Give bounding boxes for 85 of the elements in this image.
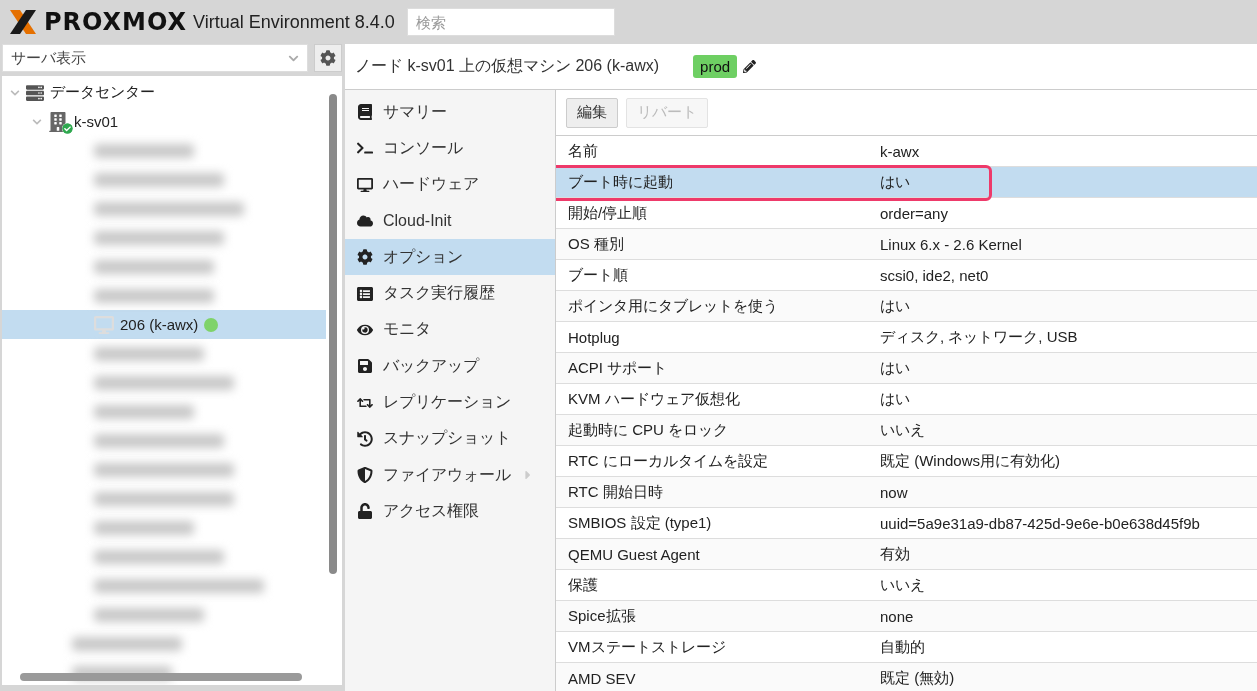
- table-row[interactable]: ACPI サポート はい: [556, 353, 1257, 384]
- option-name: 保護: [567, 575, 599, 595]
- book-icon: [357, 104, 373, 121]
- monitor-icon: [357, 176, 373, 193]
- table-row[interactable]: RTC 開始日時 now: [556, 477, 1257, 508]
- nav-item[interactable]: サマリー: [345, 94, 555, 131]
- option-value: now: [880, 483, 908, 501]
- option-value: k-awx: [880, 142, 920, 160]
- option-value: いいえ: [880, 575, 925, 595]
- option-name: 開始/停止順: [567, 203, 649, 223]
- cloud-icon: [357, 213, 373, 230]
- nav-item[interactable]: コンソール: [345, 130, 555, 167]
- search-field[interactable]: 検索: [406, 8, 615, 36]
- option-value: はい: [880, 296, 910, 316]
- option-name: VMステートストレージ: [567, 637, 727, 657]
- option-value: none: [880, 607, 914, 625]
- nav-item[interactable]: レプリケーション: [345, 384, 555, 421]
- table-row[interactable]: 起動時に CPU をロック いいえ: [556, 415, 1257, 446]
- list-icon: [357, 285, 373, 302]
- page-title: ノード k-sv01 上の仮想マシン 206 (k-awx): [355, 56, 660, 76]
- option-name: RTC にローカルタイムを設定: [567, 451, 769, 471]
- option-value: scsi0, ide2, net0: [880, 266, 989, 284]
- tree-label[interactable]: k-sv01: [74, 113, 119, 130]
- table-row[interactable]: ブート時に起動 はい: [556, 167, 1257, 198]
- option-name: OS 種別: [567, 234, 625, 254]
- option-value: 自動的: [880, 637, 925, 657]
- table-row[interactable]: AMD SEV 既定 (無効): [556, 663, 1257, 691]
- option-name: QEMU Guest Agent: [567, 545, 701, 563]
- option-name: RTC 開始日時: [567, 482, 664, 502]
- option-value: Linux 6.x - 2.6 Kernel: [880, 235, 1022, 253]
- option-name: Spice拡張: [567, 606, 637, 626]
- nav-item[interactable]: スナップショット: [345, 420, 555, 457]
- unlock-icon: [357, 503, 373, 520]
- monitor-icon: [94, 314, 114, 335]
- view-dropdown[interactable]: サーバ表示: [2, 44, 308, 72]
- shield-icon: [357, 467, 373, 484]
- option-value: 既定 (Windows用に有効化): [880, 451, 1060, 471]
- option-name: ポインタ用にタブレットを使う: [567, 296, 779, 316]
- history-icon: [357, 430, 373, 447]
- gear-icon: [320, 50, 336, 66]
- edit-button[interactable]: 編集: [566, 97, 618, 128]
- option-value: はい: [880, 172, 910, 192]
- nav-item[interactable]: モニタ: [345, 311, 555, 349]
- option-value: 既定 (無効): [880, 668, 955, 688]
- nav-item[interactable]: バックアップ: [345, 348, 555, 385]
- option-value: はい: [880, 389, 910, 409]
- option-name: KVM ハードウェア仮想化: [567, 389, 741, 409]
- settings-button[interactable]: [314, 44, 342, 72]
- table-row[interactable]: QEMU Guest Agent 有効: [556, 539, 1257, 570]
- tag-label: prod: [693, 55, 738, 78]
- tree-item[interactable]: 206 (k-awx): [2, 310, 326, 339]
- option-value: 有効: [880, 544, 910, 564]
- logo-icon: [8, 8, 38, 36]
- option-value: order=any: [880, 204, 948, 222]
- nav-item[interactable]: ハードウェア: [345, 166, 555, 203]
- nav-item[interactable]: ファイアウォール: [345, 456, 555, 494]
- option-name: ACPI サポート: [567, 358, 669, 378]
- terminal-icon: [357, 140, 373, 157]
- nav-item[interactable]: オプション: [345, 239, 555, 276]
- table-row[interactable]: OS 種別 Linux 6.x - 2.6 Kernel: [556, 229, 1257, 260]
- option-name: Hotplug: [567, 328, 621, 346]
- check-icon: [62, 122, 73, 134]
- nav-item[interactable]: アクセス権限: [345, 493, 555, 530]
- option-name: ブート順: [567, 265, 629, 285]
- gear-icon: [357, 249, 373, 266]
- option-name: 起動時に CPU をロック: [567, 420, 729, 440]
- option-name: ブート時に起動: [567, 172, 674, 192]
- nav-item[interactable]: タスク実行履歴: [345, 275, 555, 312]
- horizontal-scrollbar[interactable]: [20, 673, 302, 681]
- tree-label[interactable]: データセンター: [50, 83, 155, 102]
- option-name: 名前: [567, 141, 599, 161]
- server-icon: [26, 83, 44, 102]
- table-row[interactable]: ポインタ用にタブレットを使う はい: [556, 291, 1257, 322]
- nav-item[interactable]: Cloud-Init: [345, 202, 555, 240]
- option-value: はい: [880, 358, 910, 378]
- option-name: SMBIOS 設定 (type1): [567, 513, 713, 533]
- product-name: Virtual Environment 8.4.0: [193, 11, 395, 33]
- option-value: いいえ: [880, 420, 925, 440]
- building-icon: [48, 111, 68, 132]
- table-row[interactable]: Spice拡張 none: [556, 601, 1257, 632]
- logo-text: PROXMOX: [44, 8, 188, 36]
- pencil-icon[interactable]: [743, 60, 757, 73]
- option-name: AMD SEV: [567, 669, 637, 687]
- option-value: ディスク, ネットワーク, USB: [880, 327, 1078, 347]
- option-value: uuid=5a9e31a9-db87-425d-9e6e-b0e638d45f9b: [880, 514, 1200, 532]
